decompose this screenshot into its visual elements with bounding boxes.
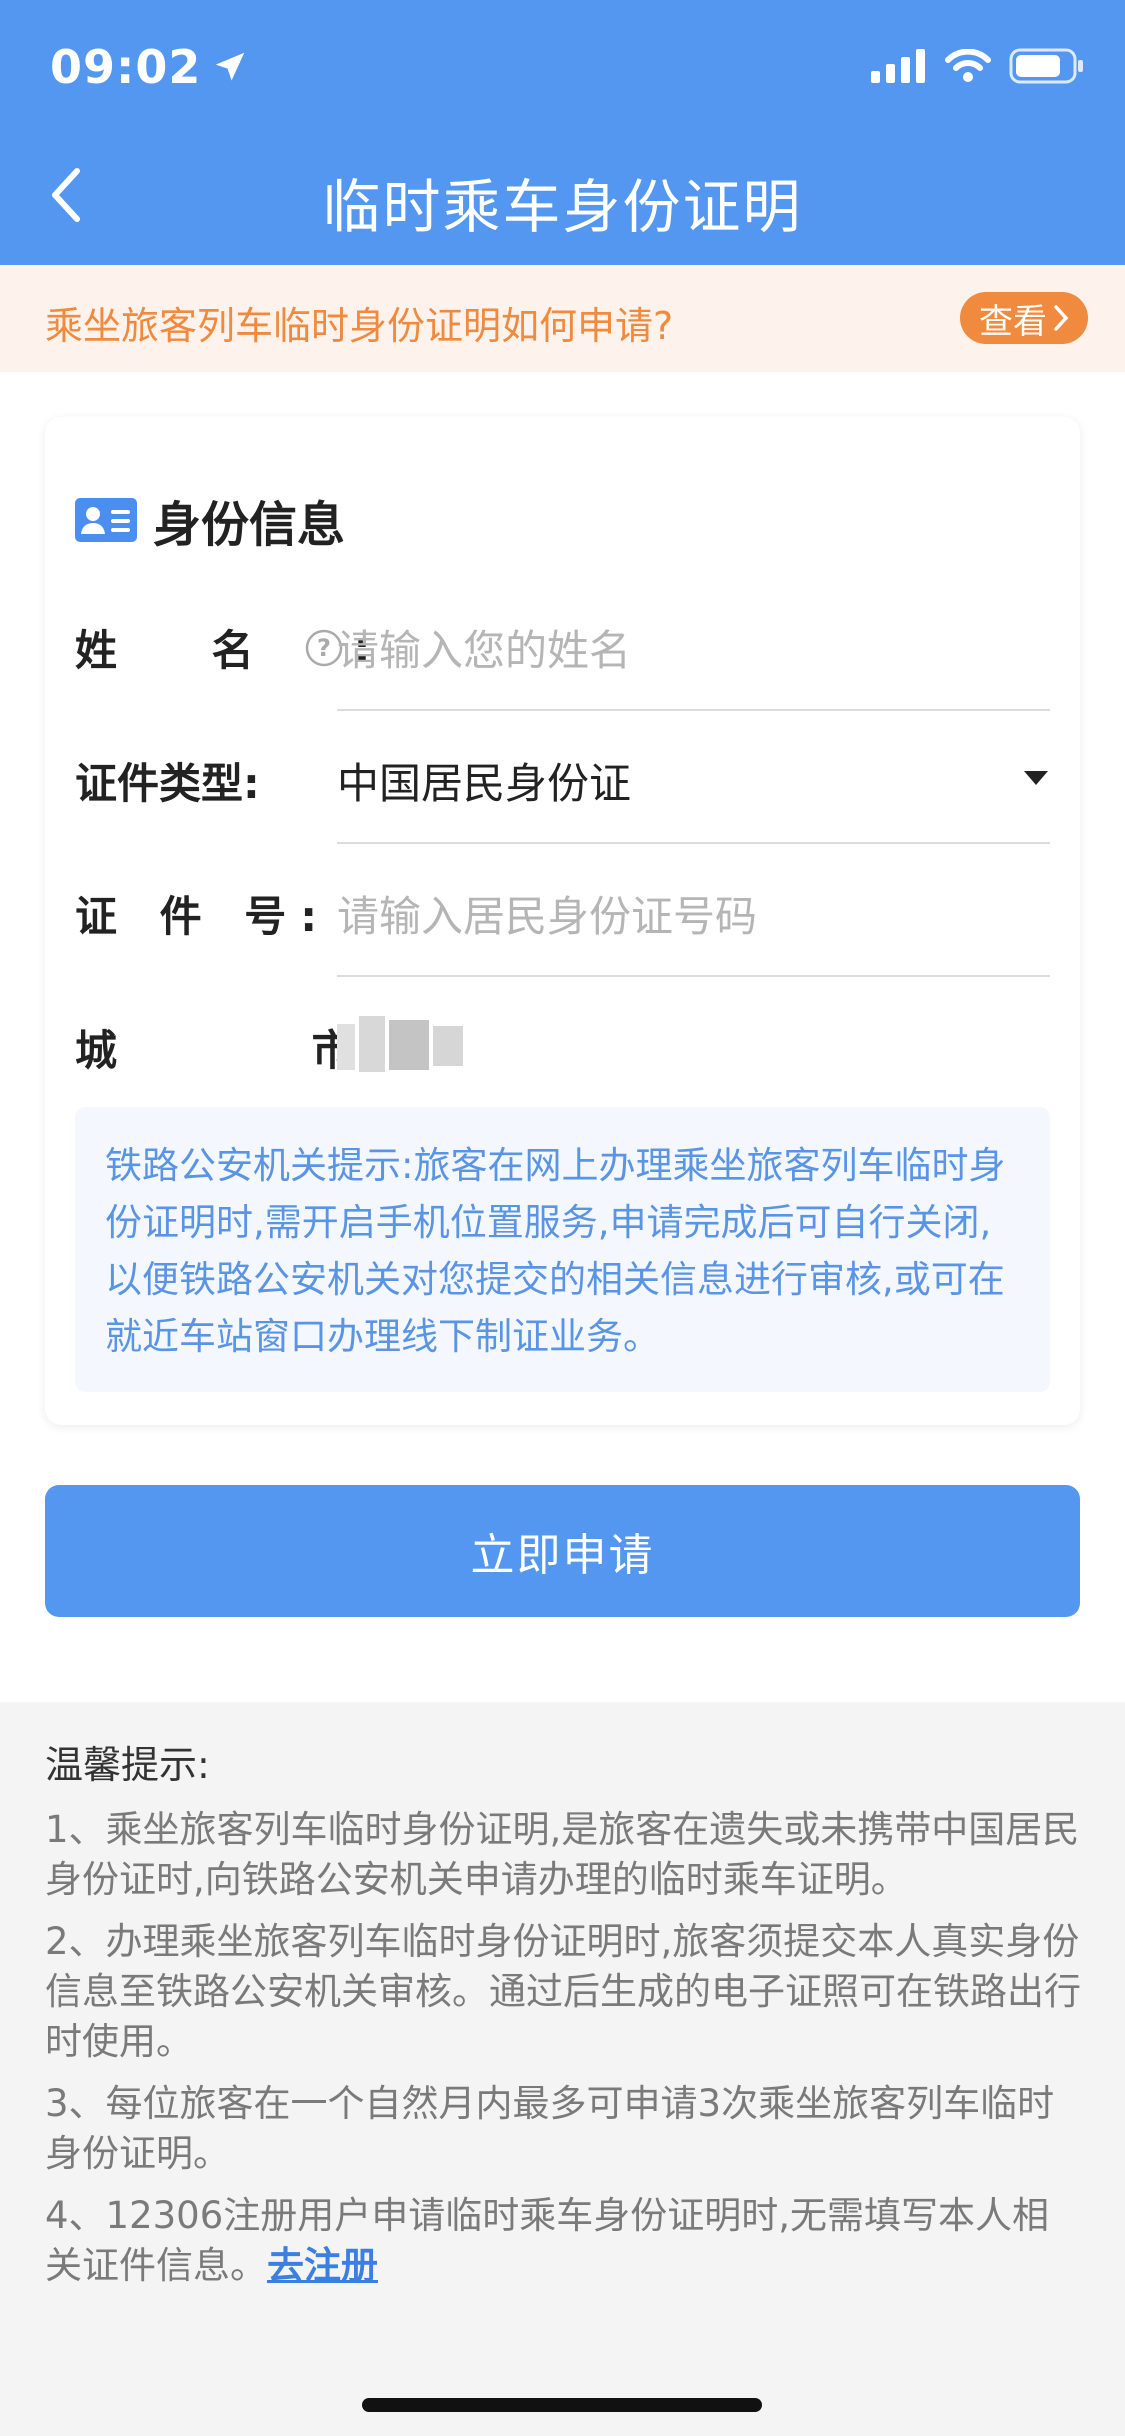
- hints-section: 温馨提示: 1、乘坐旅客列车临时身份证明,是旅客在遗失或未携带中国居民身份证时,…: [45, 1740, 1085, 2303]
- city-value-blurred[interactable]: [337, 1012, 477, 1078]
- status-time: 09:02: [50, 40, 249, 94]
- hint-item-2: 2、办理乘坐旅客列车临时身份证明时,旅客须提交本人真实身份信息至铁路公安机关审核…: [45, 1920, 1081, 2063]
- id-type-underline: [337, 842, 1050, 844]
- signal-icon: [871, 49, 925, 83]
- chevron-right-icon: [1054, 305, 1069, 331]
- view-button[interactable]: 查看: [960, 292, 1088, 344]
- nav-header: 09:02 临时乘车身份证明: [0, 0, 1125, 265]
- svg-text:?: ?: [317, 634, 331, 662]
- id-type-select[interactable]: 中国居民身份证: [337, 750, 631, 811]
- location-tip-box: 铁路公安机关提示:旅客在网上办理乘坐旅客列车临时身份证明时,需开启手机位置服务,…: [75, 1107, 1050, 1392]
- name-underline: [337, 709, 1050, 711]
- hint-item-4: 4、12306注册用户申请临时乘车身份证明时,无需填写本人相关证件信息。去注册: [45, 2191, 1085, 2291]
- home-indicator[interactable]: [362, 2398, 762, 2412]
- hints-title: 温馨提示:: [45, 1743, 210, 1787]
- notice-bar[interactable]: 乘坐旅客列车临时身份证明如何申请?: [0, 265, 1125, 372]
- identity-card: 身份信息 姓 名 ? : 请输入您的姓名 证件类型: 中国居民身份证 证 件 号…: [45, 417, 1080, 1425]
- card-title-text: 身份信息: [153, 497, 346, 553]
- id-number-underline: [337, 975, 1050, 977]
- page-title: 临时乘车身份证明: [322, 173, 803, 241]
- wifi-icon: [945, 49, 991, 82]
- register-link[interactable]: 去注册: [267, 2244, 378, 2287]
- status-time-text: 09:02: [50, 40, 202, 94]
- id-number-input[interactable]: 请输入居民身份证号码: [337, 883, 757, 944]
- city-label: 城 市:: [75, 1017, 550, 1078]
- name-label-text: 姓 名: [75, 626, 294, 675]
- id-card-icon: [75, 498, 137, 542]
- name-label: 姓 名 ? :: [75, 617, 370, 678]
- id-number-label: 证 件 号:: [75, 892, 332, 941]
- view-button-label: 查看: [979, 301, 1047, 342]
- apply-button[interactable]: 立即申请: [45, 1485, 1080, 1617]
- dropdown-arrow-icon[interactable]: [1023, 770, 1049, 786]
- id-type-label: 证件类型:: [75, 759, 260, 808]
- location-arrow-icon: [216, 52, 245, 81]
- status-icons: [871, 48, 1085, 84]
- hint-item-1: 1、乘坐旅客列车临时身份证明,是旅客在遗失或未携带中国居民身份证时,向铁路公安机…: [45, 1808, 1080, 1901]
- battery-icon: [1009, 48, 1083, 84]
- card-title: 身份信息: [75, 485, 345, 555]
- hint-item-4-text: 4、12306注册用户申请临时乘车身份证明时,无需填写本人相关证件信息。: [45, 2194, 1050, 2287]
- city-label-text: 城 市:: [75, 1026, 551, 1075]
- notice-text: 乘坐旅客列车临时身份证明如何申请?: [45, 304, 674, 348]
- hint-item-3: 3、每位旅客在一个自然月内最多可申请3次乘坐旅客列车临时身份证明。: [45, 2082, 1055, 2175]
- name-input[interactable]: 请输入您的姓名: [337, 617, 631, 678]
